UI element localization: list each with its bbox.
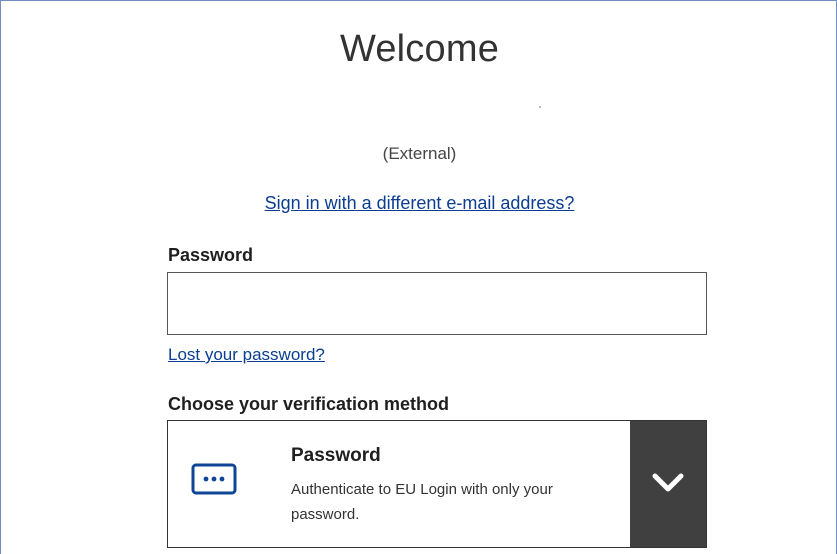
lost-password-link[interactable]: Lost your password?	[168, 345, 325, 365]
verification-method-description: Authenticate to EU Login with only your …	[291, 481, 553, 523]
password-dots-icon	[191, 463, 237, 495]
decorative-dot	[539, 106, 541, 108]
verification-method-select[interactable]: Password Authenticate to EU Login with o…	[167, 420, 707, 548]
verification-method-toggle[interactable]	[630, 421, 706, 547]
user-type-label: (External)	[382, 144, 457, 163]
password-input[interactable]	[167, 272, 707, 335]
switch-email-link[interactable]: Sign in with a different e-mail address?	[1, 193, 837, 214]
password-label: Password	[168, 245, 254, 265]
verification-method-label: Choose your verification method	[168, 394, 450, 414]
verification-method-name: Password	[291, 445, 381, 466]
page-title: Welcome	[339, 28, 500, 70]
chevron-down-icon	[650, 470, 686, 499]
login-panel: Welcome (External) Sign in with a differ…	[0, 0, 837, 554]
